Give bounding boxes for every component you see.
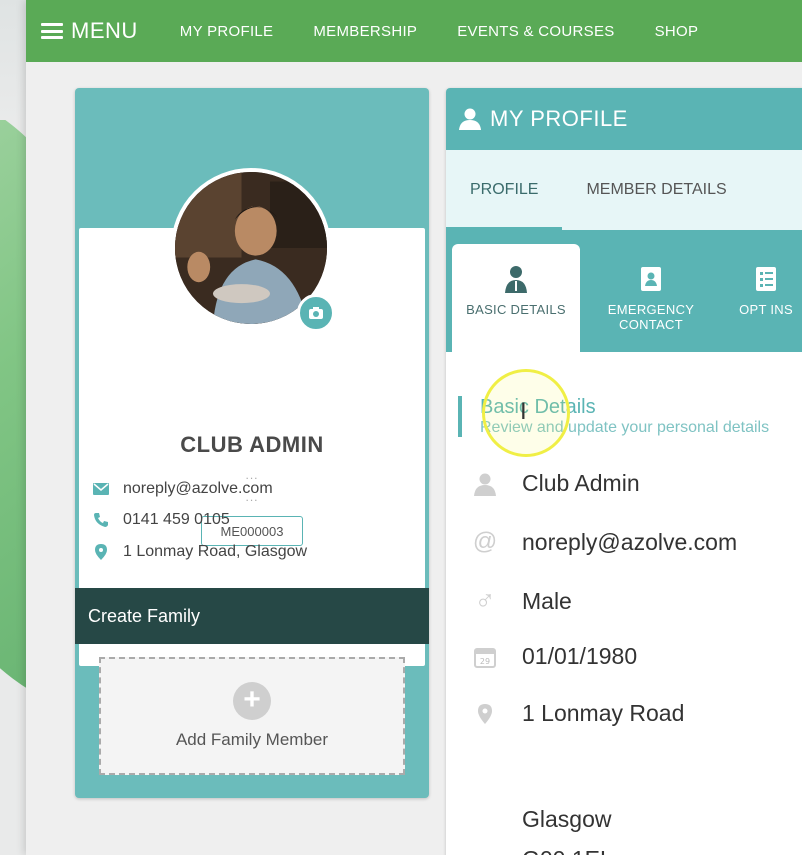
- calendar-icon: 29: [468, 646, 502, 668]
- contact-phone-text: 0141 459 0105: [123, 511, 230, 528]
- contact-phone: 0141 459 0105: [89, 511, 230, 529]
- subtab-basic-details[interactable]: BASIC DETAILS: [452, 244, 580, 352]
- field-date-of-birth[interactable]: 29 01/01/1980: [468, 643, 637, 670]
- nav-item-membership[interactable]: MEMBERSHIP: [313, 23, 417, 40]
- checklist-icon: [755, 262, 777, 296]
- menu-button[interactable]: MENU: [26, 18, 138, 44]
- male-symbol-icon: ♂: [474, 585, 496, 616]
- member-name: CLUB ADMIN: [180, 432, 324, 457]
- add-family-member-label: Add Family Member: [175, 730, 329, 749]
- user-icon: [458, 108, 482, 130]
- app-window: MENU MY PROFILE MEMBERSHIP EVENTS & COUR…: [26, 0, 802, 855]
- create-family-button[interactable]: Create Family: [75, 588, 429, 644]
- profile-subtabs: BASIC DETAILS EMERGENCY CONTACT OPT INS: [446, 230, 802, 352]
- field-postcode[interactable]: G00 1EL: [522, 846, 613, 855]
- profile-panel: MY PROFILE PROFILE MEMBER DETAILS BASIC …: [446, 88, 802, 855]
- subtab-basic-details-label: BASIC DETAILS: [466, 302, 566, 317]
- menu-label: MENU: [71, 18, 138, 43]
- field-gender[interactable]: ♂ Male: [468, 585, 572, 617]
- nav-item-my-profile[interactable]: MY PROFILE: [180, 23, 274, 40]
- svg-text:29: 29: [480, 657, 490, 666]
- field-address-value: 1 Lonmay Road: [522, 700, 685, 726]
- field-city[interactable]: Glasgow: [522, 806, 611, 833]
- person-tie-icon: [505, 262, 527, 296]
- field-name-value: Club Admin: [522, 470, 640, 496]
- profile-card: CLUB ADMIN ... ... ME000003 noreply@azol…: [75, 88, 429, 798]
- plus-icon: +: [233, 682, 271, 720]
- phone-icon: [89, 512, 113, 528]
- contact-book-icon: [640, 262, 662, 296]
- add-family-member-button[interactable]: + Add Family Member: [99, 657, 405, 775]
- field-date-of-birth-value: 01/01/1980: [522, 643, 638, 669]
- section-heading: Basic Details Review and update your per…: [458, 396, 769, 437]
- field-email-value: noreply@azolve.com: [522, 528, 738, 555]
- subtab-emergency-contact-label: EMERGENCY CONTACT: [607, 302, 695, 332]
- panel-title: MY PROFILE: [490, 106, 628, 131]
- field-city-value: Glasgow: [522, 806, 612, 832]
- profile-tabs: PROFILE MEMBER DETAILS: [446, 150, 802, 230]
- field-postcode-value: G00 1EL: [522, 846, 613, 855]
- contact-email-text: noreply@azolve.com: [123, 480, 273, 497]
- contact-email: noreply@azolve.com: [89, 480, 273, 498]
- panel-header: MY PROFILE: [446, 88, 802, 150]
- nav-item-events-courses[interactable]: EVENTS & COURSES: [457, 23, 614, 40]
- map-marker-icon: [89, 544, 113, 560]
- field-name[interactable]: Club Admin: [468, 470, 640, 497]
- contact-address: 1 Lonmay Road, Glasgow: [89, 543, 307, 561]
- section-title: Basic Details: [480, 396, 596, 418]
- hamburger-icon: [41, 23, 63, 39]
- subtab-opt-ins[interactable]: OPT INS: [726, 244, 802, 352]
- contact-address-text: 1 Lonmay Road, Glasgow: [123, 543, 308, 560]
- person-icon: [468, 472, 502, 496]
- change-photo-button[interactable]: [297, 294, 335, 332]
- top-navigation: MENU MY PROFILE MEMBERSHIP EVENTS & COUR…: [26, 0, 802, 62]
- subtab-opt-ins-label: OPT INS: [739, 302, 793, 317]
- at-sign-icon: @: [472, 528, 498, 555]
- location-pin-icon: [468, 703, 502, 724]
- tab-member-details[interactable]: MEMBER DETAILS: [562, 150, 750, 230]
- nav-item-shop[interactable]: SHOP: [655, 23, 699, 40]
- field-email[interactable]: @ noreply@azolve.com: [468, 528, 737, 556]
- field-address[interactable]: 1 Lonmay Road: [468, 700, 684, 727]
- tab-profile[interactable]: PROFILE: [446, 150, 563, 230]
- envelope-icon: [89, 483, 113, 495]
- camera-icon: [309, 307, 323, 319]
- section-subtitle: Review and update your personal details: [480, 419, 770, 436]
- field-gender-value: Male: [522, 587, 572, 614]
- subtab-emergency-contact[interactable]: EMERGENCY CONTACT: [596, 244, 706, 352]
